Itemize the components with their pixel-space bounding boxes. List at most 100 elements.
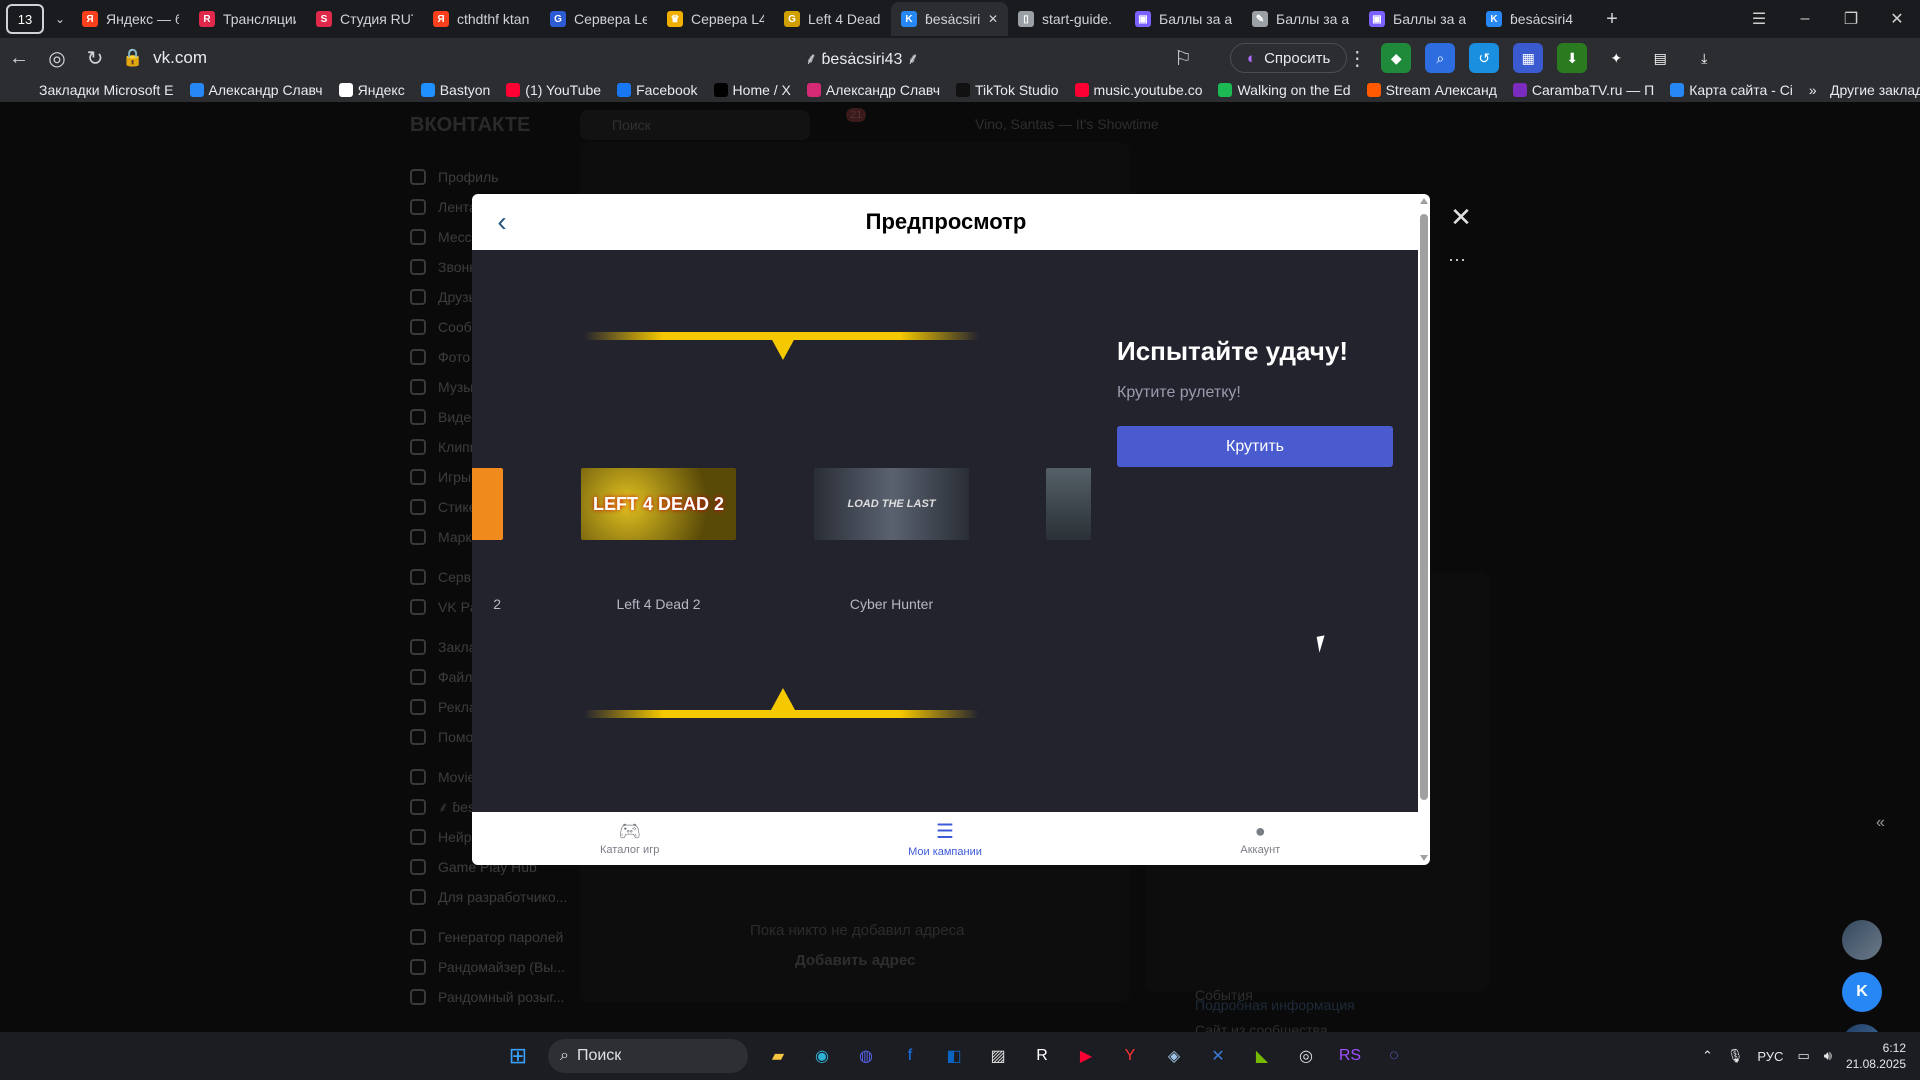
modal-scrollbar[interactable] <box>1418 194 1430 865</box>
outlook-icon[interactable]: ◧ <box>932 1034 976 1078</box>
yandex-browser-icon[interactable]: Y <box>1108 1034 1152 1078</box>
discord-icon[interactable]: ◍ <box>844 1034 888 1078</box>
tray-overflow-icon[interactable]: ⌃ <box>1702 1048 1713 1064</box>
new-tab-button[interactable]: + <box>1593 0 1631 38</box>
nvidia-icon[interactable]: ◣ <box>1240 1034 1284 1078</box>
bookmark-item[interactable]: Walking on the Ed <box>1210 82 1358 98</box>
extension-shield-icon[interactable]: ◆ <box>1381 43 1412 73</box>
collections-icon[interactable]: ▤ <box>1645 43 1675 73</box>
notification-badge[interactable]: 21 <box>846 108 867 122</box>
browser-tab[interactable]: Яcthdthf ktan <box>423 2 540 36</box>
rockstar-icon[interactable]: R <box>1020 1034 1064 1078</box>
taskbar-search[interactable]: ⌕ Поиск <box>548 1039 748 1073</box>
bookmark-item[interactable]: TikTok Studio <box>948 82 1067 98</box>
browser-tab[interactable]: Kɓesȧcsiri ✕ <box>891 2 1008 36</box>
avatar[interactable] <box>1842 920 1882 960</box>
file-explorer-icon[interactable]: ▰ <box>756 1034 800 1078</box>
browser-tab[interactable]: Kɓesȧcsiri4 <box>1476 2 1593 36</box>
right-link-site[interactable]: Сайт из сообщества <box>1195 1022 1328 1032</box>
reload-icon[interactable]: ↻ <box>76 39 114 77</box>
extension-sync-icon[interactable]: ↺ <box>1469 43 1500 73</box>
nav-my-campaigns[interactable]: ☰ Мои кампании <box>787 812 1102 865</box>
photos-icon[interactable]: ▨ <box>976 1034 1020 1078</box>
browser-tab[interactable]: ▣ Баллы за ак <box>1125 2 1242 36</box>
extension-grid-icon[interactable]: ▦ <box>1513 43 1544 73</box>
bookmark-item[interactable]: Карта сайта - Ci <box>1662 82 1801 98</box>
vk-sidebar-item[interactable]: Рандомайзер (Вы... <box>410 952 570 982</box>
extensions-puzzle-icon[interactable]: ✦ <box>1601 43 1631 73</box>
bookmark-icon[interactable]: ⚐ <box>1164 39 1202 77</box>
bookmark-item[interactable]: Александр Славч <box>182 82 331 98</box>
menu-icon[interactable]: ☰ <box>1736 0 1782 38</box>
nav-account[interactable]: ● Аккаунт <box>1103 812 1418 865</box>
bookmark-item[interactable]: CarambaTV.ru — П <box>1505 82 1662 98</box>
xbox-icon[interactable]: ✕ <box>1196 1034 1240 1078</box>
minimize-button[interactable]: – <box>1782 0 1828 38</box>
input-language[interactable]: РУС <box>1757 1049 1783 1064</box>
bookmark-item[interactable]: Александр Славч <box>799 82 948 98</box>
downloads-icon[interactable]: ⤓ <box>1689 43 1719 73</box>
extension-download-icon[interactable]: ⬇ <box>1557 43 1588 73</box>
volume-icon[interactable]: 🔊︎ <box>1824 1048 1832 1064</box>
system-clock[interactable]: 6:12 21.08.2025 <box>1846 1040 1906 1072</box>
browser-tab[interactable]: R Трансляции <box>189 2 306 36</box>
messenger-icon[interactable]: ◌ <box>1372 1034 1416 1078</box>
bookmark-item[interactable]: music.youtube.co <box>1067 82 1211 98</box>
browser-tab[interactable]: ♛ Сервера L4 <box>657 2 774 36</box>
extension-search-icon[interactable]: ⌕ <box>1425 43 1456 73</box>
vk-search-input[interactable]: Поиск <box>580 110 810 140</box>
browser-tab[interactable]: G Сервера Lef <box>540 2 657 36</box>
bookmark-item[interactable]: (1) YouTube <box>498 82 609 98</box>
scroll-thumb[interactable] <box>1420 214 1428 800</box>
browser-tab[interactable]: ▯ start-guide. <box>1008 2 1125 36</box>
bookmark-item[interactable]: Home / X <box>706 82 799 98</box>
close-window-button[interactable]: ✕ <box>1874 0 1920 38</box>
spin-button[interactable]: Крутить <box>1117 426 1393 467</box>
vk-sidebar-item[interactable]: Профиль <box>410 162 570 192</box>
browser-tab[interactable]: S Студия RUT <box>306 2 423 36</box>
tab-list-chevron-icon[interactable]: ⌄ <box>48 0 72 38</box>
browser-tab[interactable]: ✎ Баллы за ак <box>1242 2 1359 36</box>
scroll-down-icon[interactable] <box>1420 855 1428 861</box>
scroll-up-icon[interactable] <box>1420 198 1428 204</box>
steam-icon[interactable]: ◈ <box>1152 1034 1196 1078</box>
modal-close-icon[interactable]: ✕ <box>1446 202 1476 232</box>
add-address-button[interactable]: Добавить адрес <box>795 952 915 969</box>
back-icon[interactable]: ← <box>0 39 38 77</box>
rockstar-social-icon[interactable]: RS <box>1328 1034 1372 1078</box>
vk-logo[interactable]: ВКОНТАКТЕ <box>410 114 530 137</box>
obs-icon[interactable]: ◎ <box>1284 1034 1328 1078</box>
bookmarks-overflow-icon[interactable]: » <box>1801 82 1822 98</box>
browser-tab[interactable]: ▣ Баллы за ак <box>1359 2 1476 36</box>
vk-chat-icon[interactable]: K <box>1842 972 1882 1012</box>
avatar[interactable] <box>1842 1024 1882 1032</box>
modal-back-icon[interactable]: ‹ <box>486 206 518 238</box>
more-vert-icon[interactable]: ⋮ <box>1347 39 1367 77</box>
vk-sidebar-item[interactable]: Рандомный розыг... <box>410 982 570 1012</box>
vk-sidebar-item[interactable]: Генератор паролей <box>410 922 570 952</box>
url-field[interactable]: 🔒 vk.com <box>122 48 582 68</box>
restore-button[interactable]: ❐ <box>1828 0 1874 38</box>
browser-tab[interactable]: G Left 4 Dead <box>774 2 891 36</box>
browser-tab[interactable]: Я Яндекс — бы <box>72 2 189 36</box>
bookmark-item[interactable]: Stream Александ <box>1359 82 1505 98</box>
right-link-details[interactable]: Подробная информация <box>1195 997 1355 1013</box>
youtube-icon[interactable]: ▶ <box>1064 1034 1108 1078</box>
bookmark-item[interactable]: Яндекс <box>331 82 413 98</box>
microphone-icon[interactable]: 🎙︎ <box>1727 1048 1744 1064</box>
tab-count-button[interactable]: 13 <box>6 4 44 34</box>
ask-button[interactable]: ◐ Спросить <box>1230 43 1348 73</box>
player-track[interactable]: Vino, Santas — It's Showtime <box>975 116 1159 132</box>
nav-catalog[interactable]: 🎮︎ Каталог игр <box>472 812 787 865</box>
collapse-chevron-icon[interactable]: « <box>1876 814 1885 832</box>
bookmark-item[interactable]: Закладки Microsoft E <box>12 82 182 98</box>
network-icon[interactable]: ▭ <box>1797 1048 1809 1064</box>
shield-icon[interactable]: ◎ <box>38 39 76 77</box>
more-horiz-icon[interactable]: ⋯ <box>1448 250 1466 271</box>
facebook-icon[interactable]: f <box>888 1034 932 1078</box>
vk-sidebar-item[interactable]: Для разработчико... <box>410 882 570 912</box>
bookmark-item[interactable]: Facebook <box>609 82 705 98</box>
bookmark-item[interactable]: Bastyon <box>413 82 499 98</box>
edge-icon[interactable]: ◉ <box>800 1034 844 1078</box>
other-bookmarks[interactable]: Другие закладки <box>1822 82 1920 98</box>
